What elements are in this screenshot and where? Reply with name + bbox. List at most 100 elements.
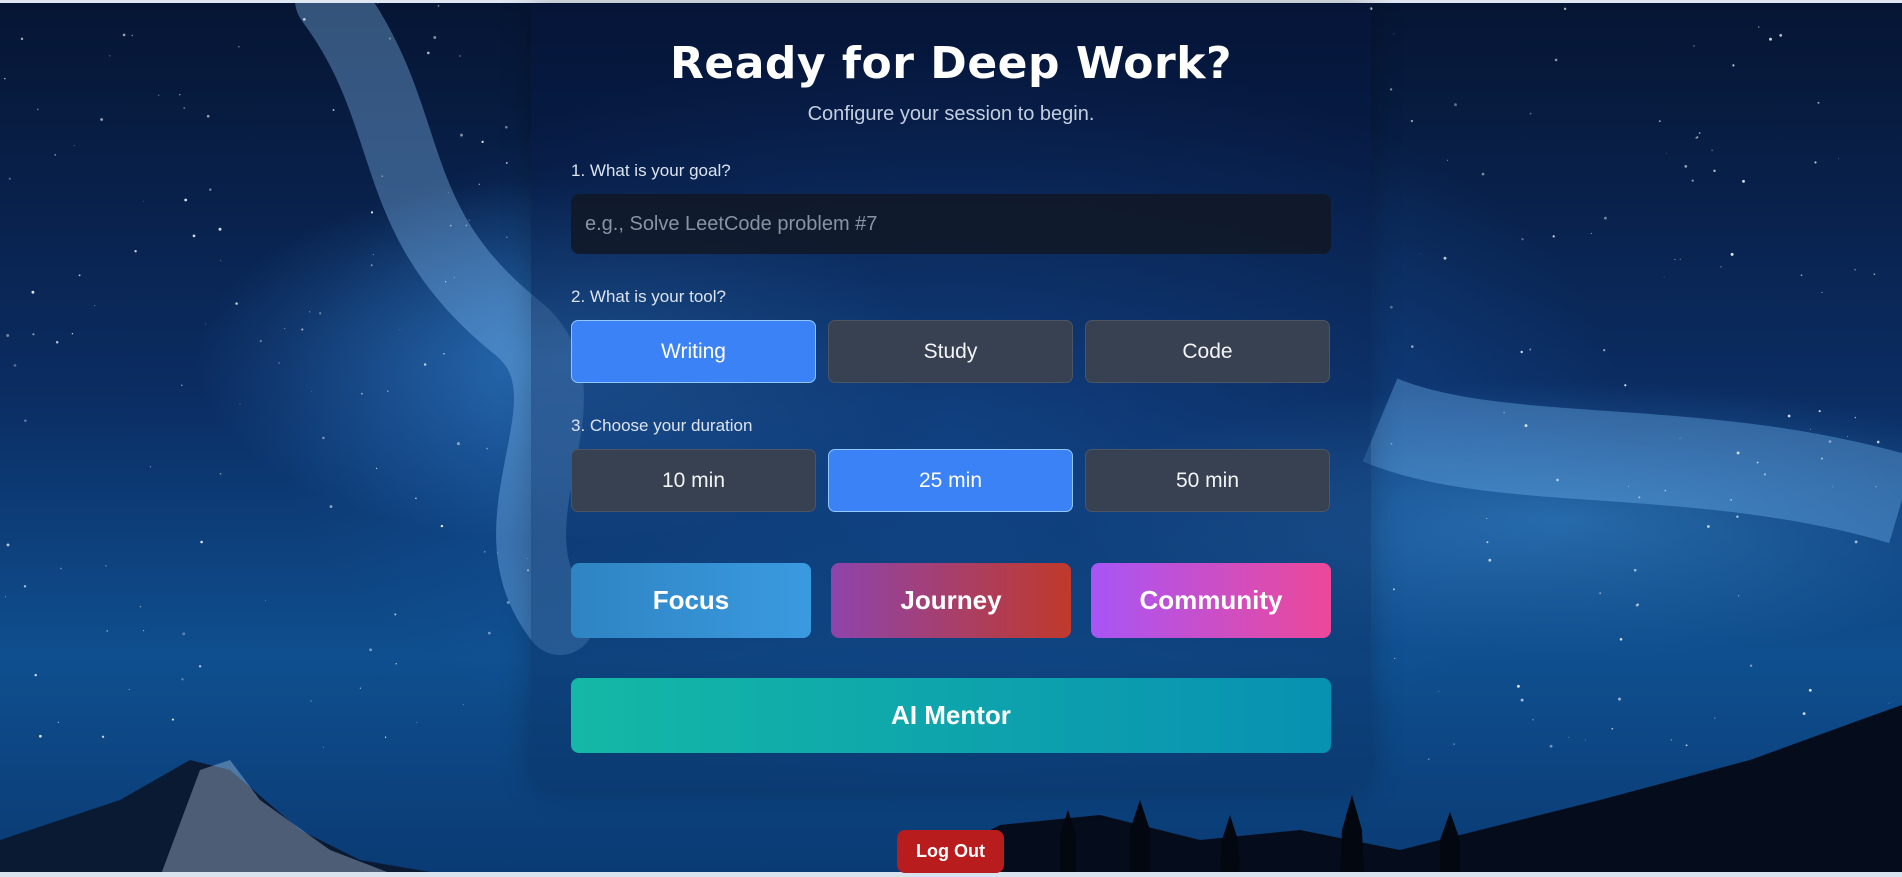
star: [54, 154, 57, 156]
star: [1393, 33, 1395, 35]
tool-option-study[interactable]: Study: [828, 320, 1073, 383]
star: [1488, 558, 1492, 562]
star: [443, 352, 445, 355]
star: [36, 108, 39, 111]
star: [1627, 485, 1629, 487]
star: [1679, 258, 1681, 260]
star: [13, 364, 17, 367]
star: [1875, 486, 1877, 488]
logout-button[interactable]: Log Out: [897, 830, 1004, 873]
star: [433, 36, 437, 39]
duration-options: 10 min 25 min 50 min: [571, 449, 1331, 512]
star: [55, 341, 59, 344]
star: [171, 718, 174, 721]
star: [395, 663, 397, 665]
star: [329, 505, 333, 509]
star: [1808, 688, 1812, 692]
goal-input[interactable]: [571, 194, 1331, 254]
star: [468, 219, 470, 221]
star: [1763, 473, 1767, 476]
tool-options: Writing Study Code: [571, 320, 1331, 383]
star: [478, 183, 481, 186]
star: [1532, 718, 1534, 721]
star: [143, 630, 145, 632]
star: [1736, 515, 1739, 519]
focus-button[interactable]: Focus: [571, 563, 811, 638]
star: [1720, 266, 1722, 268]
tool-option-writing[interactable]: Writing: [571, 320, 816, 383]
star: [1757, 26, 1760, 28]
star: [506, 601, 510, 604]
session-config-card: Ready for Deep Work? Configure your sess…: [531, 4, 1371, 789]
star: [239, 403, 241, 405]
page-title: Ready for Deep Work?: [670, 38, 1232, 89]
star: [206, 114, 210, 118]
star: [134, 250, 137, 253]
duration-option-50[interactable]: 50 min: [1085, 449, 1330, 512]
star: [1838, 158, 1840, 160]
star: [284, 328, 286, 330]
star: [1390, 305, 1393, 309]
star: [200, 540, 203, 544]
star: [57, 721, 59, 723]
star: [278, 362, 280, 364]
star: [1707, 525, 1710, 528]
star: [319, 312, 322, 315]
star: [440, 524, 444, 528]
star: [20, 37, 24, 41]
star: [1394, 657, 1396, 659]
duration-option-25[interactable]: 25 min: [828, 449, 1073, 512]
star: [149, 466, 151, 468]
star: [1832, 486, 1834, 488]
star: [399, 328, 401, 330]
tool-option-code[interactable]: Code: [1085, 320, 1330, 383]
star: [181, 384, 183, 386]
star: [1516, 684, 1520, 688]
journey-button[interactable]: Journey: [831, 563, 1071, 638]
star: [1679, 437, 1681, 440]
cloud-streak: [1362, 378, 1902, 544]
star: [128, 688, 130, 690]
navigation-buttons: Focus Journey Community: [571, 563, 1331, 638]
community-button[interactable]: Community: [1091, 563, 1331, 638]
star: [192, 234, 196, 238]
star: [1389, 88, 1393, 91]
duration-option-10[interactable]: 10 min: [571, 449, 816, 512]
star: [5, 596, 7, 598]
star: [181, 678, 184, 681]
star: [1670, 739, 1673, 741]
star: [1730, 499, 1732, 501]
star: [322, 436, 325, 440]
star: [1438, 691, 1440, 693]
star: [481, 140, 484, 144]
star: [1603, 349, 1606, 352]
star: [332, 109, 335, 111]
star: [101, 735, 105, 738]
ai-mentor-button[interactable]: AI Mentor: [571, 678, 1331, 753]
star: [369, 648, 373, 652]
star: [1486, 541, 1489, 544]
star: [1873, 273, 1876, 276]
star: [1590, 232, 1592, 234]
star: [71, 332, 74, 335]
star: [4, 77, 6, 80]
star: [1411, 345, 1414, 348]
star: [122, 33, 126, 37]
star: [1520, 698, 1524, 702]
star: [1658, 120, 1661, 122]
star: [220, 260, 222, 262]
star: [1713, 169, 1716, 173]
star: [1419, 253, 1420, 255]
star: [1738, 595, 1740, 597]
star: [1604, 216, 1607, 220]
star: [1674, 259, 1676, 260]
star: [23, 585, 27, 588]
star: [1637, 603, 1639, 606]
star: [1503, 412, 1505, 414]
star: [1847, 436, 1848, 438]
star: [1828, 440, 1832, 443]
star: [459, 55, 461, 57]
star: [1549, 744, 1553, 748]
star: [310, 700, 312, 702]
star: [198, 665, 202, 668]
